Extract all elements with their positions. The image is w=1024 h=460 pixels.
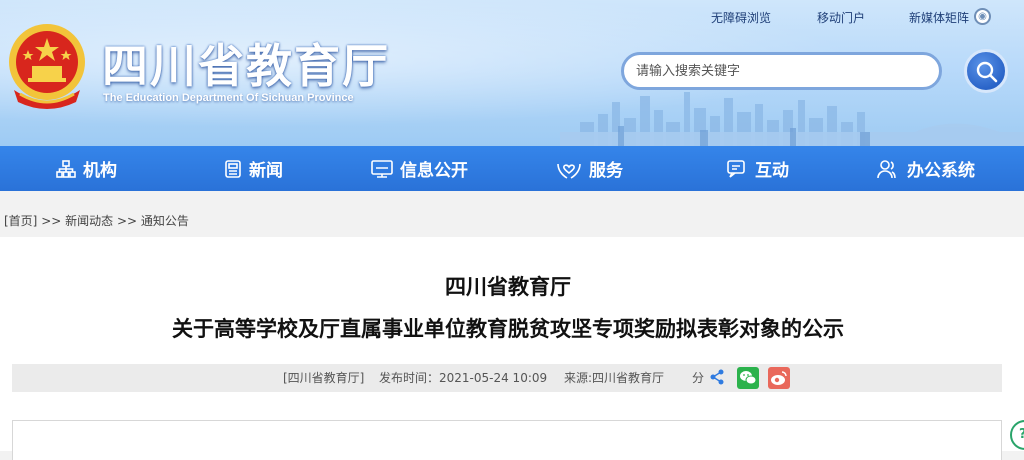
monitor-icon: [371, 159, 393, 178]
share-icon[interactable]: [709, 369, 725, 385]
users-icon: [877, 159, 896, 178]
city-skyline-illustration: [560, 92, 1024, 146]
newspaper-icon: [225, 159, 241, 178]
site-subtitle: The Education Department Of Sichuan Prov…: [103, 92, 354, 104]
article-author: [四川省教育厅]: [283, 371, 365, 385]
nav-item-services[interactable]: 服务: [556, 146, 623, 191]
search-button[interactable]: [964, 49, 1008, 93]
nav-item-organization[interactable]: 机构: [56, 146, 117, 191]
chat-icon: [727, 159, 745, 178]
breadcrumb: [首页] >> 新闻动态 >> 通知公告: [0, 206, 1024, 236]
share-wechat-button[interactable]: [737, 367, 759, 389]
nav-item-news[interactable]: 新闻: [224, 146, 283, 191]
article-title-line1: 四川省教育厅: [445, 275, 571, 299]
main-nav: 机构 新闻 信息公开 服务 互动 办公系统: [0, 146, 1024, 191]
site-title: 四川省教育厅: [102, 39, 390, 93]
mobile-portal-link[interactable]: 移动门户: [817, 9, 865, 26]
nav-item-info-disclosure[interactable]: 信息公开: [371, 146, 468, 191]
article-title-line2: 关于高等学校及厅直属事业单位教育脱贫攻坚专项奖励拟表彰对象的公示: [172, 317, 844, 341]
weibo-icon: [771, 371, 787, 385]
search-icon: [976, 61, 998, 83]
new-media-matrix-link[interactable]: 新媒体矩阵: [909, 9, 969, 26]
nav-item-interaction[interactable]: 互动: [726, 146, 789, 191]
article-content-panel: [12, 420, 1002, 460]
search-box: [621, 52, 942, 90]
breadcrumb-news[interactable]: 新闻动态: [65, 214, 113, 228]
breadcrumb-separator: >>: [113, 214, 141, 228]
wechat-icon: [740, 371, 757, 385]
nav-label: 办公系统: [907, 161, 975, 181]
accessibility-link[interactable]: 无障碍浏览: [711, 9, 771, 26]
breadcrumb-home[interactable]: [首页]: [4, 214, 37, 228]
search-input[interactable]: [624, 55, 939, 87]
article-source: 来源:四川省教育厅: [564, 371, 665, 385]
breadcrumb-notices[interactable]: 通知公告: [141, 214, 189, 228]
hands-heart-icon: [557, 163, 581, 179]
nav-label: 服务: [589, 161, 623, 181]
national-emblem-logo: [9, 24, 85, 109]
nav-label: 新闻: [249, 161, 283, 181]
share-weibo-button[interactable]: [768, 367, 790, 389]
breadcrumb-separator: >>: [37, 214, 66, 228]
site-header: 四川省教育厅 The Education Department Of Sichu…: [0, 0, 1024, 146]
nav-item-office-system[interactable]: 办公系统: [876, 146, 975, 191]
article-meta-bar: [四川省教育厅] 发布时间：2021-05-24 10:09 来源:四川省教育厅…: [12, 364, 1002, 392]
nav-label: 互动: [755, 161, 789, 181]
nav-label: 机构: [83, 161, 117, 181]
org-chart-icon: [56, 159, 76, 178]
article-publish-time: 发布时间：2021-05-24 10:09: [379, 371, 548, 385]
article-main: 四川省教育厅 关于高等学校及厅直属事业单位教育脱贫攻坚专项奖励拟表彰对象的公示 …: [0, 237, 1024, 460]
share-label: 分: [692, 371, 705, 385]
nav-label: 信息公开: [400, 161, 468, 181]
new-media-icon[interactable]: ◉: [974, 8, 991, 25]
